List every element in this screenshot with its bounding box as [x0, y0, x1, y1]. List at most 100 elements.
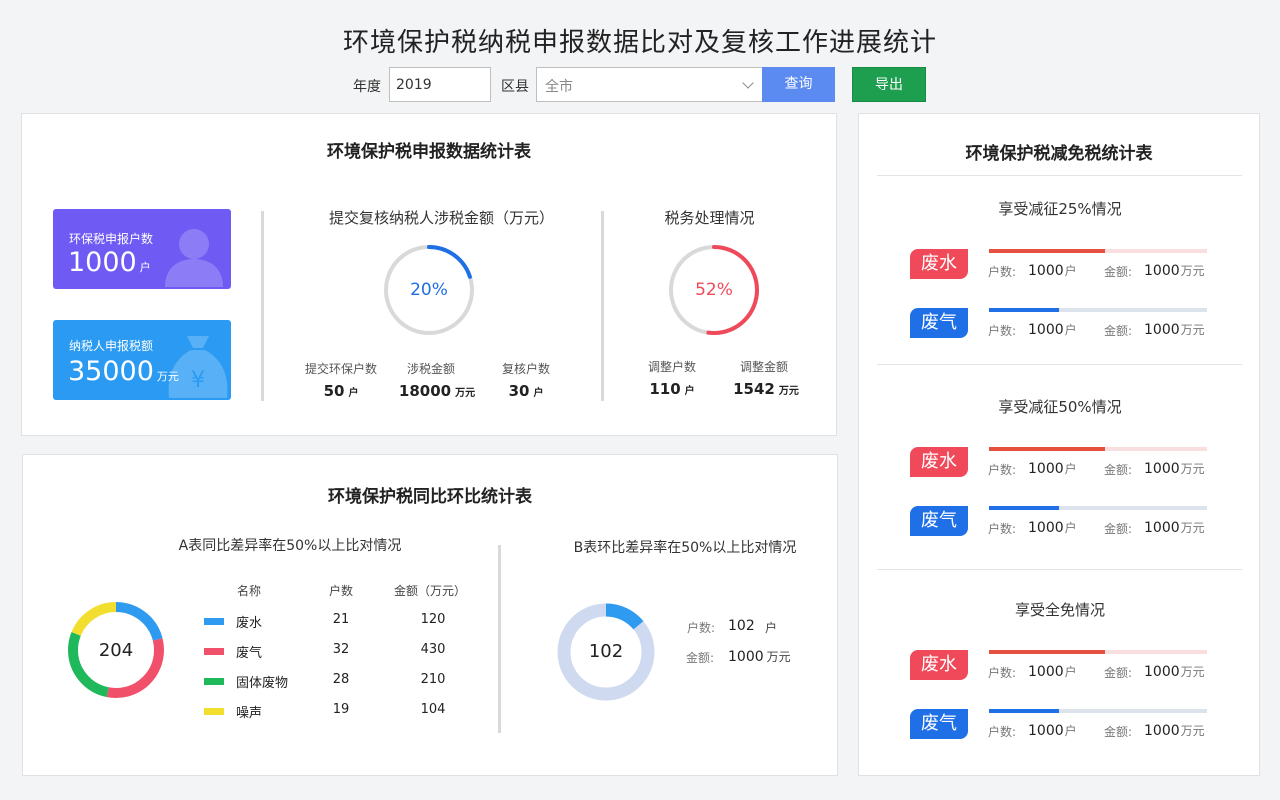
relief-stats-title: 环境保护税减免税统计表: [965, 144, 1153, 164]
divider: [877, 364, 1242, 365]
relief-amount-value: 1000万元: [1144, 520, 1205, 536]
review-stat-value: 30 户: [508, 382, 544, 400]
divider: [601, 211, 604, 401]
divider: [877, 175, 1242, 176]
relief-amount-value: 1000万元: [1144, 263, 1205, 279]
review-percent: 20%: [410, 280, 448, 300]
district-label: 区县: [501, 79, 529, 95]
relief-amount-label: 金额:: [1104, 666, 1133, 680]
legend-amount: 210: [420, 672, 446, 687]
declaration-stats-title: 环境保护税申报数据统计表: [327, 142, 531, 162]
legend-count: 19: [332, 702, 350, 717]
relief-progress-fill: [989, 709, 1059, 713]
review-stat-label: 复核户数: [501, 362, 550, 376]
relief-amount-value: 1000万元: [1144, 723, 1205, 739]
divider: [877, 569, 1242, 570]
relief-badge: 废水: [910, 447, 968, 477]
legend-amount: 120: [420, 612, 446, 627]
district-select[interactable]: 全市: [536, 67, 763, 102]
review-stat-value: 50 户: [323, 382, 359, 400]
query-button[interactable]: 查询: [762, 67, 835, 102]
relief-amount-label: 金额:: [1104, 522, 1133, 536]
divider: [498, 545, 501, 733]
yoy-mom-title: 环境保护税同比环比统计表: [328, 487, 532, 507]
relief-amount-value: 1000万元: [1144, 461, 1205, 477]
page-title: 环境保护税纳税申报数据比对及复核工作进展统计: [342, 28, 937, 58]
table-b-total: 102: [588, 641, 624, 662]
kpi-households-value: 1000 户: [68, 247, 151, 278]
table-a-total: 204: [98, 640, 134, 661]
relief-amount-value: 1000万元: [1144, 322, 1205, 338]
review-stat-label: 涉税金额: [406, 362, 455, 376]
divider: [261, 211, 264, 401]
relief-count-value: 1000户: [1028, 263, 1077, 279]
handling-stat-value: 1542 万元: [733, 380, 799, 398]
legend-swatch: [204, 618, 224, 625]
year-input[interactable]: [389, 67, 491, 102]
relief-stats-card: 环境保护税减免税统计表 享受减征25%情况 废水 户数: 1000户 金额: 1000万元…: [858, 113, 1260, 776]
yoy-mom-card: 环境保护税同比环比统计表 A表同比差异率在50%以上比对情况 204 名称 户数…: [22, 454, 838, 776]
legend-name: 噪声: [236, 706, 263, 721]
b-amount-label: 金额:: [686, 651, 715, 665]
relief-amount-label: 金额:: [1104, 725, 1133, 739]
handling-stat-label: 调整金额: [739, 360, 788, 374]
kpi-households-label: 环保税申报户数: [69, 232, 154, 246]
legend-header: 名称: [236, 584, 261, 598]
legend-header: 户数: [328, 584, 353, 598]
relief-progress-fill: [989, 506, 1059, 510]
declaration-stats-card: 环境保护税申报数据统计表 环保税申报户数 1000 户 ¥ 纳税人申报税额 350…: [21, 113, 837, 436]
relief-section-title: 享受减征50%情况: [998, 398, 1122, 416]
b-amount-value: 1000 万元: [728, 649, 791, 665]
relief-count-label: 户数:: [988, 725, 1017, 739]
relief-amount-label: 金额:: [1104, 324, 1133, 338]
handling-stat-value: 110 户: [649, 380, 695, 398]
table-b-title: B表环比差异率在50%以上比对情况: [573, 540, 797, 556]
relief-section-title: 享受减征25%情况: [998, 200, 1122, 218]
handling-title: 税务处理情况: [664, 209, 755, 227]
relief-badge: 废气: [910, 308, 968, 338]
year-label: 年度: [353, 79, 381, 95]
kpi-households: 环保税申报户数 1000 户: [53, 209, 231, 289]
relief-count-label: 户数:: [988, 265, 1017, 279]
relief-badge: 废气: [910, 709, 968, 739]
relief-count-value: 1000户: [1028, 322, 1077, 338]
legend-swatch: [204, 648, 224, 655]
review-stat-label: 提交环保户数: [304, 362, 377, 376]
kpi-tax-amount-value: 35000 万元: [68, 356, 179, 387]
relief-progress-bar: [989, 447, 1207, 451]
review-stat-value: 18000 万元: [398, 382, 476, 400]
relief-progress-fill: [989, 650, 1105, 654]
b-count-unit: 户: [765, 621, 778, 635]
relief-progress-bar: [989, 650, 1207, 654]
relief-count-label: 户数:: [988, 463, 1017, 477]
kpi-tax-amount-label: 纳税人申报税额: [69, 339, 154, 353]
relief-count-label: 户数:: [988, 522, 1017, 536]
relief-amount-value: 1000万元: [1144, 664, 1205, 680]
export-button[interactable]: 导出: [852, 67, 926, 102]
relief-amount-label: 金额:: [1104, 463, 1133, 477]
review-title: 提交复核纳税人涉税金额（万元）: [328, 209, 554, 227]
legend-header: 金额（万元）: [393, 584, 466, 598]
relief-count-label: 户数:: [988, 666, 1017, 680]
relief-progress-fill: [989, 447, 1105, 451]
b-count-value: 102: [728, 618, 755, 634]
legend-count: 28: [332, 672, 350, 687]
legend-swatch: [204, 708, 224, 715]
legend-amount: 104: [420, 702, 446, 717]
relief-count-value: 1000户: [1028, 664, 1077, 680]
chevron-down-icon: [742, 77, 754, 89]
relief-count-label: 户数:: [988, 324, 1017, 338]
relief-count-value: 1000户: [1028, 461, 1077, 477]
relief-progress-fill: [989, 308, 1059, 312]
relief-progress-bar: [989, 506, 1207, 510]
relief-badge: 废水: [910, 650, 968, 680]
legend-name: 废水: [236, 616, 263, 631]
legend-count: 32: [332, 642, 350, 657]
handling-percent: 52%: [695, 280, 733, 300]
relief-count-value: 1000户: [1028, 723, 1077, 739]
relief-progress-fill: [989, 249, 1105, 253]
relief-count-value: 1000户: [1028, 520, 1077, 536]
table-a-title: A表同比差异率在50%以上比对情况: [178, 538, 402, 554]
legend-amount: 430: [420, 642, 446, 657]
relief-progress-bar: [989, 249, 1207, 253]
